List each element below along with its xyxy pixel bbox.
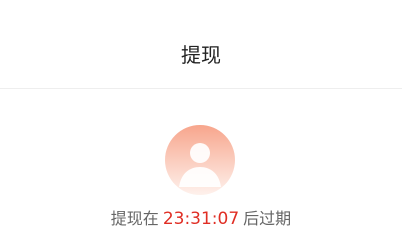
avatar [165,125,235,195]
user-avatar-icon [179,143,221,187]
nav-header: 提现 [0,0,402,88]
countdown-time: 23:31:07 [162,209,240,229]
header-divider [0,88,402,89]
countdown-prefix: 提现在 [110,209,159,228]
page-title: 提现 [181,43,221,67]
countdown-suffix: 后过期 [243,209,292,228]
expiry-countdown: 提现在 23:31:07 后过期 [0,207,402,231]
